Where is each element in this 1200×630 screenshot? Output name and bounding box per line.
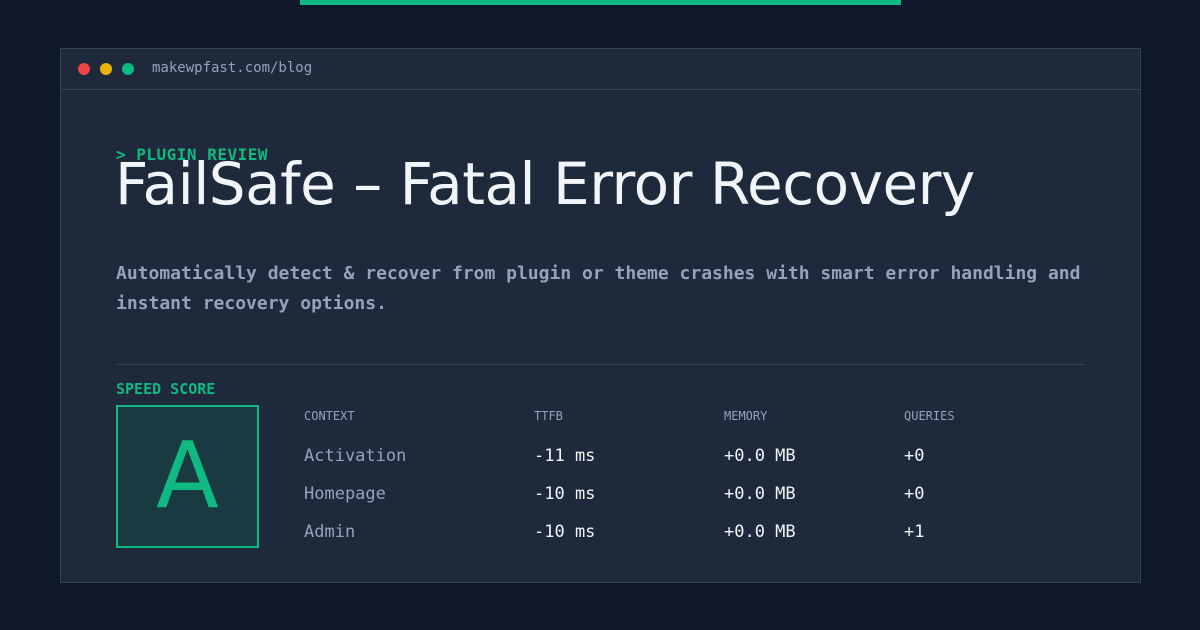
queries-cell: +0 <box>904 446 925 466</box>
context-cell: Admin <box>304 522 356 542</box>
memory-cell: +0.0 MB <box>724 522 796 542</box>
context-cell: Homepage <box>304 484 386 504</box>
queries-cell: +0 <box>904 484 925 504</box>
maximize-dot-icon <box>122 63 134 75</box>
context-cell: Activation <box>304 446 407 466</box>
window-titlebar: makewpfast.com/blog <box>61 49 1140 90</box>
page-description: Automatically detect & recover from plug… <box>116 263 1081 314</box>
speed-score-label: SPEED SCORE <box>116 380 216 398</box>
queries-cell: +1 <box>904 522 925 542</box>
browser-window: makewpfast.com/blog > PLUGIN REVIEW Fail… <box>60 48 1141 583</box>
top-accent-bar <box>300 0 901 5</box>
column-header-ttfb: TTFB <box>534 409 563 423</box>
ttfb-cell: -10 ms <box>534 522 596 542</box>
ttfb-cell: -10 ms <box>534 484 596 504</box>
memory-cell: +0.0 MB <box>724 446 796 466</box>
speed-score-grade: A <box>156 422 219 529</box>
memory-cell: +0.0 MB <box>724 484 796 504</box>
column-header-queries: QUERIES <box>904 409 955 423</box>
page-title: FailSafe – Fatal Error Recovery <box>115 150 975 218</box>
speed-score-badge: A <box>116 405 259 548</box>
column-header-context: CONTEXT <box>304 409 355 423</box>
column-header-memory: MEMORY <box>724 409 768 423</box>
url-text: makewpfast.com/blog <box>152 60 313 76</box>
section-divider <box>116 364 1085 365</box>
minimize-dot-icon <box>100 63 112 75</box>
ttfb-cell: -11 ms <box>534 446 596 466</box>
close-dot-icon <box>78 63 90 75</box>
